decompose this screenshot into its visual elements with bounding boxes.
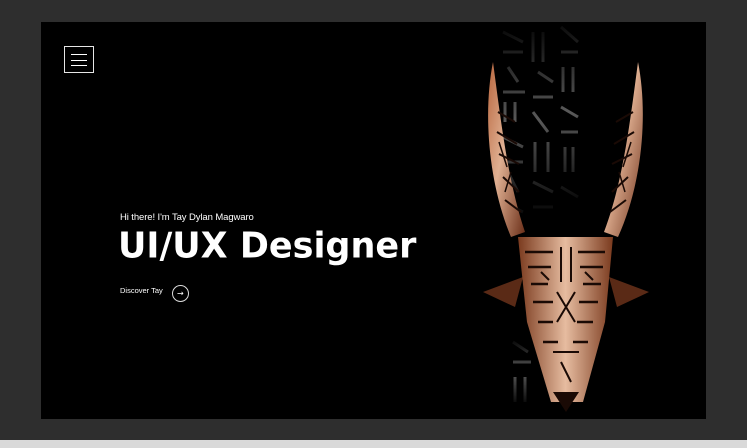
right-ear <box>609 277 649 307</box>
menu-line <box>71 54 87 56</box>
hero-headline: UI/UX Designer <box>118 226 417 267</box>
right-horn <box>604 62 643 237</box>
discover-label: Discover Tay <box>120 286 163 295</box>
hamburger-menu-button[interactable] <box>64 46 94 73</box>
menu-line <box>71 65 87 67</box>
hero-greeting: Hi there! I'm Tay Dylan Magwaro <box>120 212 254 223</box>
head <box>518 237 613 412</box>
antelope-head-illustration <box>483 25 649 412</box>
hero-page: Hi there! I'm Tay Dylan Magwaro UI/UX De… <box>41 22 706 419</box>
left-horn <box>488 62 525 237</box>
window-bottom-bar <box>0 440 747 448</box>
arrow-right-icon[interactable]: → <box>171 285 189 302</box>
left-ear <box>483 277 523 307</box>
menu-line <box>71 59 87 61</box>
discover-link[interactable]: Discover Tay → <box>120 279 189 302</box>
